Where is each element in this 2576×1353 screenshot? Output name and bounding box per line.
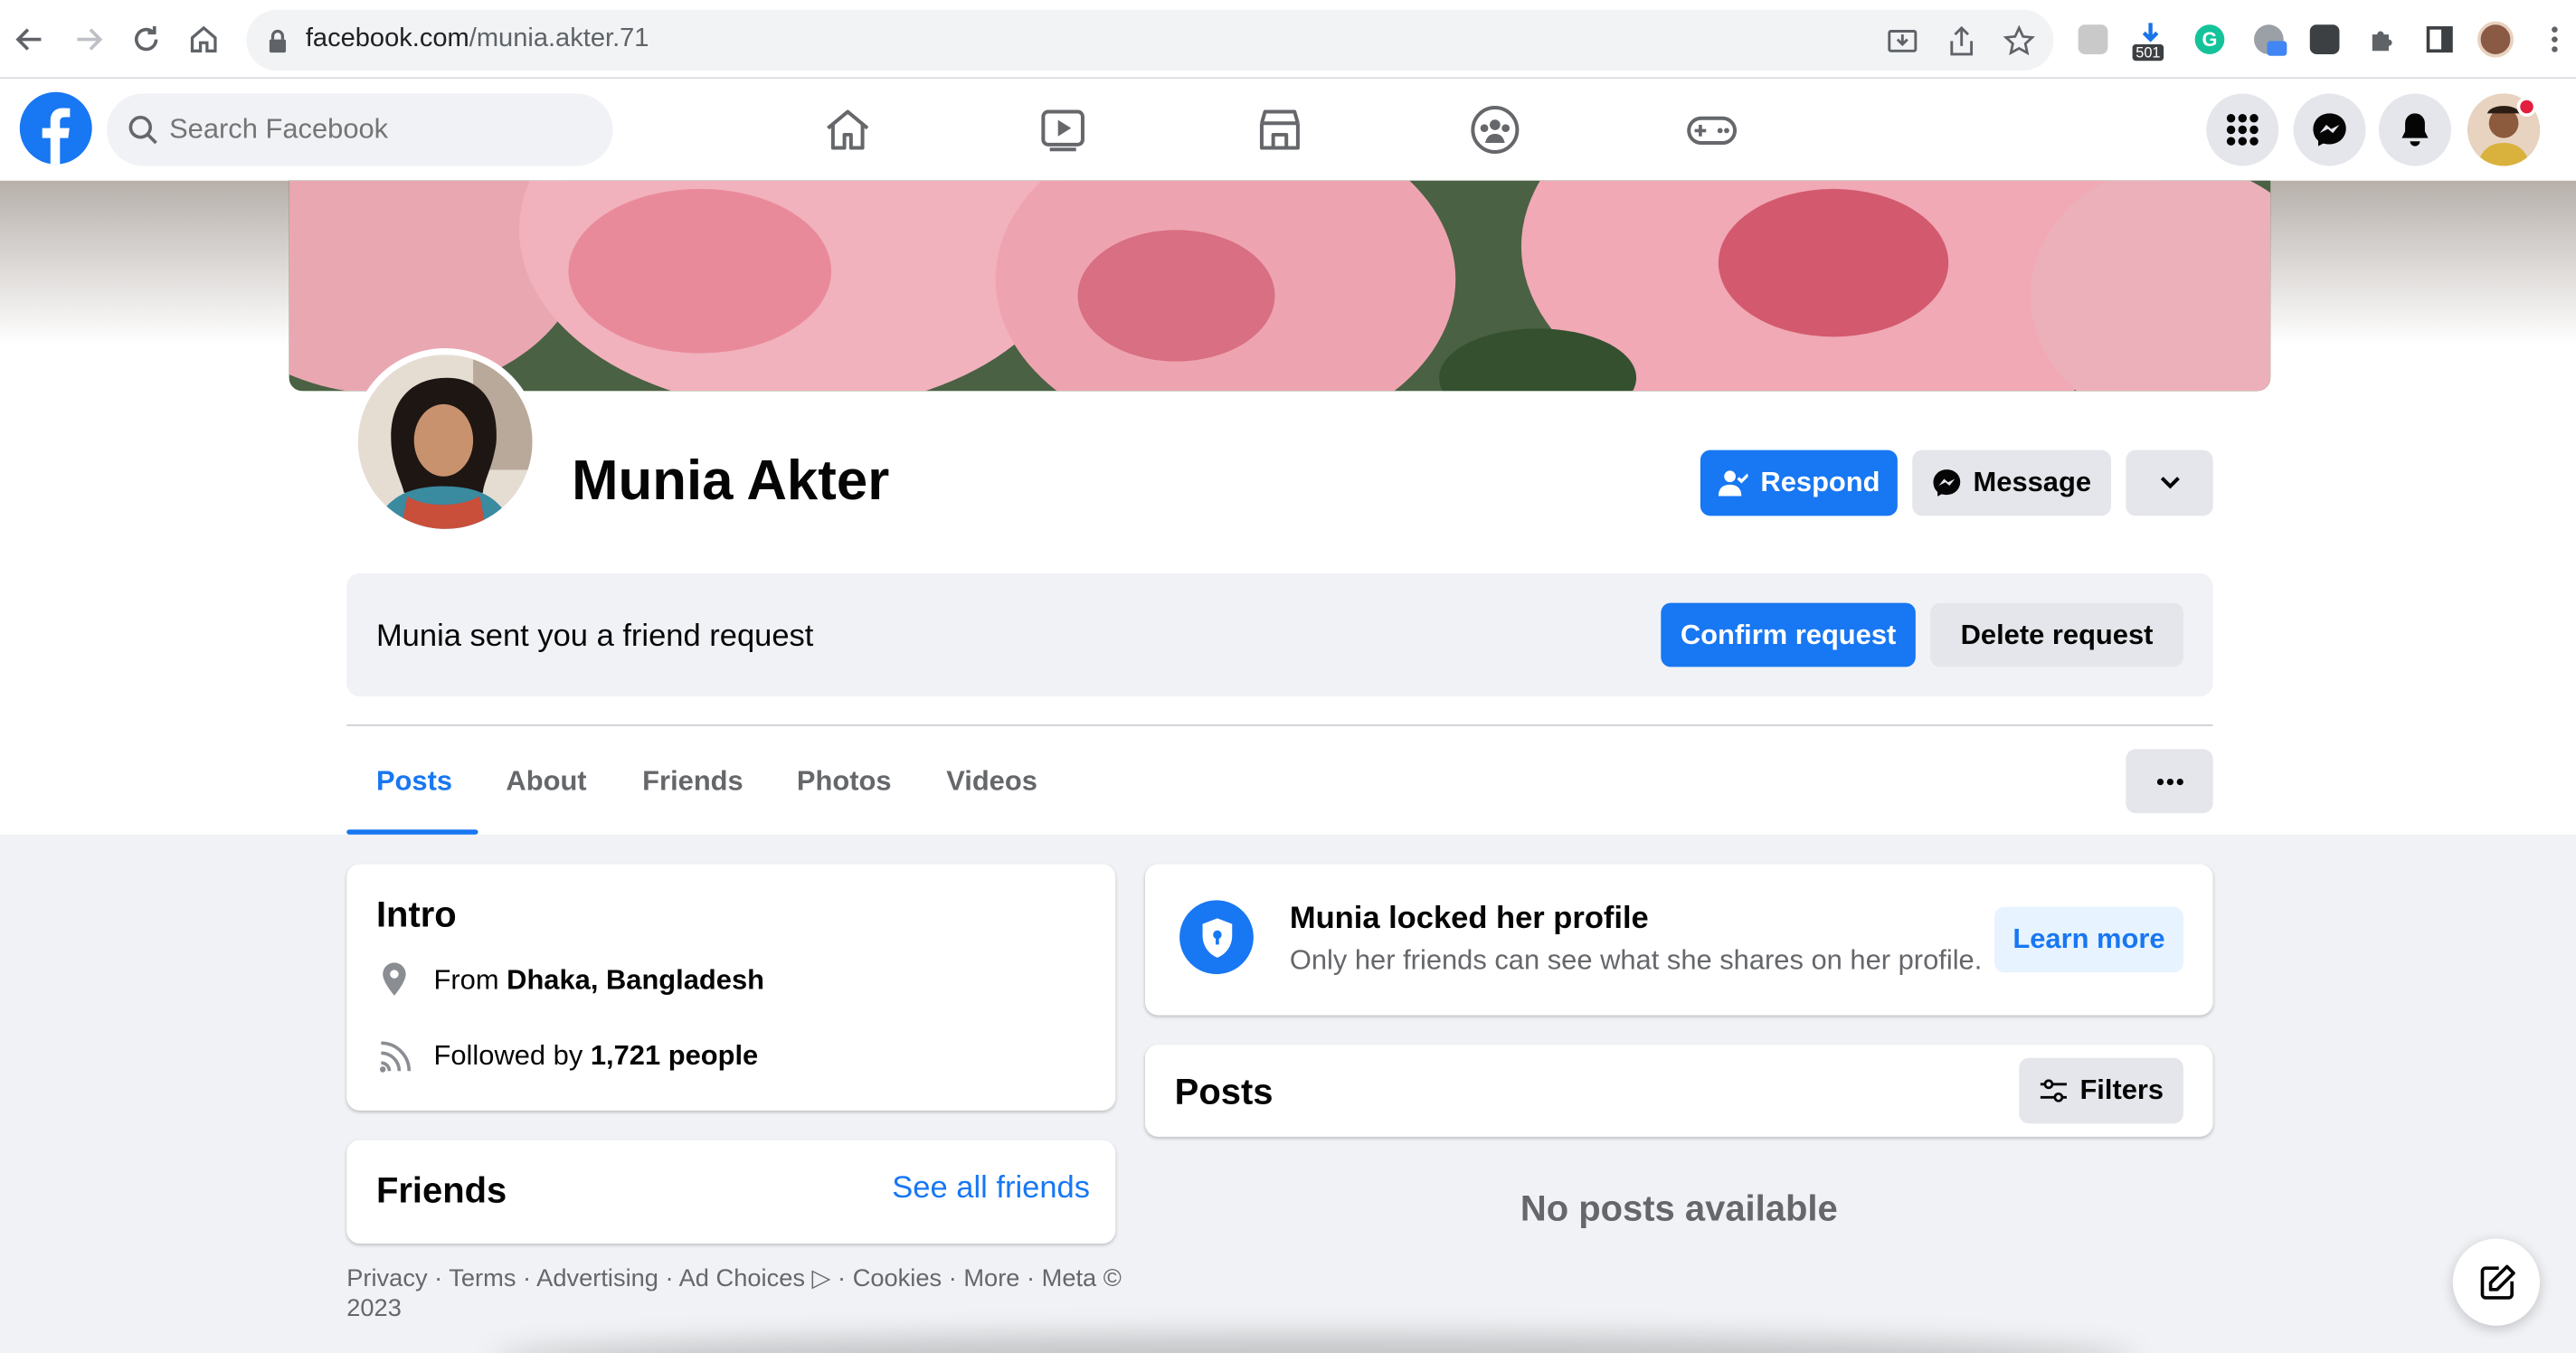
more-options-dropdown[interactable]: [2126, 449, 2213, 516]
friends-card: Friends See all friends: [346, 1140, 1116, 1244]
lock-icon: [266, 28, 289, 54]
url-text: facebook.com/munia.akter.71: [305, 24, 649, 53]
chat-extension-icon[interactable]: [2250, 22, 2287, 58]
posts-header-card: Posts Filters: [1144, 1045, 2213, 1137]
no-posts-message: No posts available: [1520, 1187, 1838, 1229]
facebook-header: [0, 79, 2576, 181]
share-icon[interactable]: [1946, 24, 1978, 57]
filters-sliders-icon: [2039, 1079, 2069, 1102]
friends-title: Friends: [375, 1169, 507, 1211]
followers-count[interactable]: 1,721 people: [591, 1040, 758, 1072]
forward-icon[interactable]: [66, 16, 112, 62]
tab-videos[interactable]: Videos: [946, 765, 1037, 798]
new-message-compose-button[interactable]: [2452, 1238, 2541, 1326]
tabs-more-button[interactable]: [2126, 749, 2213, 814]
intro-from-place[interactable]: Dhaka, Bangladesh: [507, 964, 764, 996]
nav-watch-icon[interactable]: [1033, 102, 1092, 158]
intro-title: Intro: [375, 894, 457, 935]
search-icon: [128, 115, 158, 145]
confirm-request-button[interactable]: Confirm request: [1661, 602, 1916, 667]
respond-button[interactable]: Respond: [1700, 449, 1898, 516]
bottom-shadow: [492, 1333, 2136, 1353]
download-count-badge: 501: [2132, 44, 2164, 62]
search-box[interactable]: [107, 93, 613, 166]
message-button[interactable]: Message: [1912, 449, 2111, 516]
compose-edit-icon: [2477, 1263, 2516, 1302]
menu-grid-icon[interactable]: [2206, 93, 2279, 166]
browser-profile-avatar[interactable]: [2477, 21, 2514, 58]
facebook-logo-icon[interactable]: [19, 91, 92, 165]
message-label: Message: [1973, 466, 2092, 498]
active-tab-indicator: [346, 829, 478, 835]
profile-name: Munia Akter: [572, 449, 890, 513]
tab-about[interactable]: About: [506, 765, 586, 798]
download-extension-icon[interactable]: 501: [2132, 22, 2169, 62]
learn-more-button[interactable]: Learn more: [1994, 906, 2183, 973]
home-icon[interactable]: [181, 16, 227, 62]
tab-photos[interactable]: Photos: [797, 765, 892, 798]
chevron-down-icon: [2158, 475, 2181, 491]
nav-gaming-icon[interactable]: [1682, 102, 1741, 158]
tab-posts[interactable]: Posts: [376, 765, 452, 798]
browser-menu-icon[interactable]: [2536, 22, 2572, 58]
respond-label: Respond: [1760, 466, 1880, 498]
filters-button[interactable]: Filters: [2019, 1057, 2183, 1124]
posts-title: Posts: [1174, 1071, 1274, 1112]
side-panel-icon[interactable]: [2421, 22, 2458, 58]
locked-profile-card: Munia locked her profile Only her friend…: [1144, 864, 2213, 1016]
nav-marketplace-icon[interactable]: [1250, 102, 1309, 158]
cover-photo[interactable]: [289, 180, 2271, 392]
notification-dot: [2516, 97, 2537, 117]
locked-title: Munia locked her profile: [1289, 902, 1649, 937]
address-bar[interactable]: facebook.com/munia.akter.71: [246, 9, 2054, 71]
tab-friends[interactable]: Friends: [642, 765, 743, 798]
pocket-extension-icon[interactable]: [2306, 22, 2343, 58]
location-pin-icon: [378, 961, 411, 998]
intro-followers: Followed by 1,721 people: [433, 1039, 759, 1072]
profile-header: Munia Akter Respond Message Munia sent y…: [0, 180, 2576, 835]
person-check-icon: [1718, 469, 1747, 497]
bookmark-star-icon[interactable]: [2003, 24, 2035, 57]
reload-icon[interactable]: [123, 16, 169, 62]
install-icon[interactable]: [1886, 24, 1918, 57]
divider: [346, 724, 2213, 726]
shield-lock-icon: [1179, 900, 1254, 975]
ellipsis-icon: [2155, 778, 2183, 785]
locked-subtitle: Only her friends can see what she shares…: [1289, 944, 1983, 976]
footer-links[interactable]: Privacy · Terms · Advertising · Ad Choic…: [346, 1265, 1135, 1324]
grammarly-icon[interactable]: G: [2192, 22, 2228, 58]
filters-label: Filters: [2079, 1074, 2164, 1106]
back-icon[interactable]: [6, 16, 52, 62]
messenger-icon[interactable]: [2293, 93, 2366, 166]
extension-1-icon[interactable]: [2075, 22, 2111, 58]
notifications-bell-icon[interactable]: [2379, 93, 2451, 166]
browser-toolbar: facebook.com/munia.akter.71 501 G: [0, 0, 2576, 80]
friend-request-banner: Munia sent you a friend request Confirm …: [346, 572, 2213, 697]
friend-request-text: Munia sent you a friend request: [375, 619, 814, 654]
profile-picture[interactable]: [351, 348, 539, 536]
see-all-friends-link[interactable]: See all friends: [892, 1171, 1090, 1207]
nav-home-icon[interactable]: [819, 102, 877, 158]
delete-request-button[interactable]: Delete request: [1930, 602, 2183, 667]
intro-card: Intro From Dhaka, Bangladesh Followed by…: [346, 864, 1116, 1111]
intro-from: From Dhaka, Bangladesh: [433, 964, 764, 996]
puzzle-extensions-icon[interactable]: [2364, 22, 2401, 58]
search-input[interactable]: [169, 93, 597, 166]
nav-groups-icon[interactable]: [1465, 102, 1524, 158]
rss-follow-icon: [378, 1038, 414, 1074]
messenger-small-icon: [1932, 468, 1962, 498]
